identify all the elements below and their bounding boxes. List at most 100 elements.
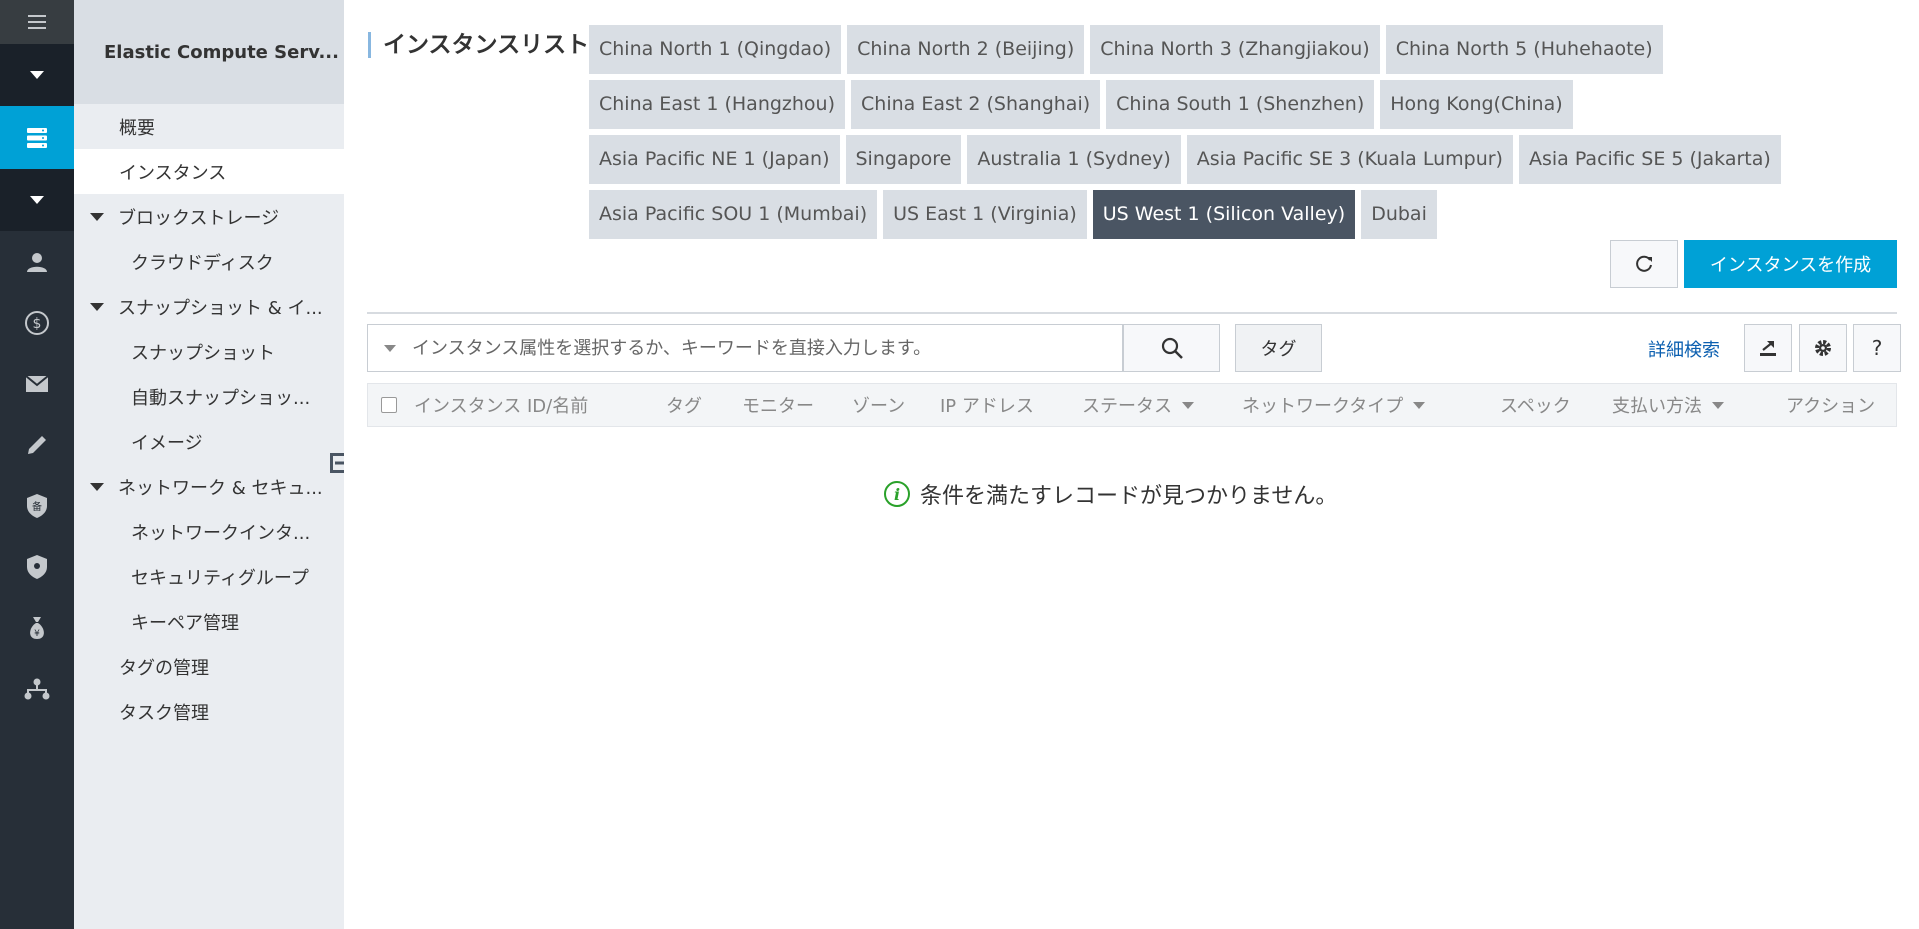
sidebar-group-network-security[interactable]: ネットワーク & セキュ...: [74, 464, 344, 509]
column-label: ステータス: [1082, 396, 1172, 417]
column-payment-method[interactable]: 支払い方法: [1612, 392, 1724, 418]
region-selector: China North 1 (Qingdao) China North 2 (B…: [589, 25, 1889, 245]
sidebar-item-snapshots[interactable]: スナップショット: [74, 329, 344, 374]
region-row: China North 1 (Qingdao) China North 2 (B…: [589, 25, 1889, 74]
sidebar-item-label: ネットワークインタ...: [131, 522, 311, 544]
region-row: Asia Pacific NE 1 (Japan) Singapore Aust…: [589, 135, 1889, 184]
attribute-dropdown-icon[interactable]: [384, 344, 396, 352]
region-tab[interactable]: Asia Pacific SE 3 (Kuala Lumpur): [1186, 135, 1513, 184]
sidebar-item-label: タグの管理: [119, 657, 209, 679]
chevron-down-icon[interactable]: [0, 169, 74, 231]
sidebar-item-key-pairs[interactable]: キーペア管理: [74, 599, 344, 644]
column-label: ネットワークタイプ: [1242, 396, 1404, 417]
pencil-icon[interactable]: [0, 414, 74, 475]
sidebar-item-label: クラウドディスク: [131, 252, 274, 274]
create-instance-button[interactable]: インスタンスを作成: [1684, 240, 1897, 288]
region-tab[interactable]: Asia Pacific SOU 1 (Mumbai): [589, 190, 878, 239]
column-label: インスタンス ID/名前: [414, 396, 589, 417]
export-button[interactable]: [1744, 324, 1792, 372]
empty-state: i 条件を満たすレコードが見つかりません。: [884, 478, 1337, 510]
sidebar-item-label: タスク管理: [119, 702, 209, 724]
column-label: スペック: [1500, 396, 1571, 417]
sidebar-item-cloud-disk[interactable]: クラウドディスク: [74, 239, 344, 284]
region-tab[interactable]: China North 3 (Zhangjiakou): [1090, 25, 1380, 74]
region-tab[interactable]: Singapore: [845, 135, 962, 184]
sidebar-item-label: ネットワーク & セキュ...: [118, 477, 323, 499]
dollar-icon[interactable]: $: [0, 292, 74, 353]
column-status[interactable]: ステータス: [1082, 392, 1194, 418]
column-label: タグ: [666, 396, 702, 417]
region-tab[interactable]: China South 1 (Shenzhen): [1106, 80, 1375, 129]
column-actions: アクション: [1786, 392, 1875, 418]
gear-icon: [1815, 340, 1831, 356]
region-tab[interactable]: Dubai: [1361, 190, 1437, 239]
column-monitor[interactable]: モニター: [742, 392, 814, 418]
region-tab[interactable]: China North 1 (Qingdao): [589, 25, 842, 74]
sidebar-item-auto-snapshot[interactable]: 自動スナップショッ...: [74, 374, 344, 419]
server-icon[interactable]: [0, 106, 74, 169]
region-tab-selected[interactable]: US West 1 (Silicon Valley): [1092, 190, 1356, 239]
network-tree-icon[interactable]: [0, 658, 74, 719]
search-input[interactable]: [412, 326, 1122, 370]
region-tab[interactable]: US East 1 (Virginia): [883, 190, 1087, 239]
app-window: $ 备 ¥ Elastic Compute Serv... 概要 インスタンス …: [0, 0, 1919, 929]
region-tab[interactable]: Australia 1 (Sydney): [967, 135, 1181, 184]
region-tab[interactable]: Asia Pacific SE 5 (Jakarta): [1518, 135, 1781, 184]
search-button[interactable]: [1123, 324, 1220, 372]
refresh-button[interactable]: [1610, 240, 1678, 288]
column-tag[interactable]: タグ: [666, 392, 702, 418]
sidebar-item-images[interactable]: イメージ: [74, 419, 344, 464]
sidebar-item-instances[interactable]: インスタンス: [74, 149, 344, 194]
sidebar-item-task-management[interactable]: タスク管理: [74, 689, 344, 734]
network-filter-icon: [1413, 401, 1426, 409]
column-label: IP アドレス: [940, 396, 1034, 417]
search-box: [367, 324, 1123, 372]
sidebar-item-security-groups[interactable]: セキュリティグループ: [74, 554, 344, 599]
payment-filter-icon: [1712, 401, 1724, 409]
sidebar-item-overview[interactable]: 概要: [74, 104, 344, 149]
security-shield-icon[interactable]: [0, 536, 74, 597]
region-tab[interactable]: China East 2 (Shanghai): [851, 80, 1101, 129]
select-all-checkbox[interactable]: [381, 397, 397, 413]
search-icon: [1161, 337, 1183, 359]
sidebar-title: Elastic Compute Serv...: [74, 0, 344, 104]
region-tab[interactable]: China East 1 (Hangzhou): [589, 80, 846, 129]
sidebar-item-tag-management[interactable]: タグの管理: [74, 644, 344, 689]
mail-icon[interactable]: [0, 353, 74, 414]
sidebar-item-network-interfaces[interactable]: ネットワークインタ...: [74, 509, 344, 554]
column-zone[interactable]: ゾーン: [852, 392, 905, 418]
sidebar-group-snapshots-images[interactable]: スナップショット & イ...: [74, 284, 344, 329]
menu-icon[interactable]: [0, 0, 74, 44]
money-bag-icon[interactable]: ¥: [0, 597, 74, 658]
region-tab[interactable]: Asia Pacific NE 1 (Japan): [589, 135, 840, 184]
region-tab[interactable]: China North 2 (Beijing): [847, 25, 1085, 74]
region-tab[interactable]: Hong Kong(China): [1380, 80, 1573, 129]
help-button[interactable]: ?: [1853, 324, 1901, 372]
region-row: China East 1 (Hangzhou) China East 2 (Sh…: [589, 80, 1889, 129]
chevron-down-icon[interactable]: [0, 44, 74, 106]
page-title: インスタンスリスト: [368, 32, 589, 58]
column-spec[interactable]: スペック: [1500, 392, 1571, 418]
export-icon: [1760, 341, 1776, 356]
region-tab[interactable]: China North 5 (Huhehaote): [1385, 25, 1663, 74]
icon-rail: $ 备 ¥: [0, 0, 74, 929]
sidebar: Elastic Compute Serv... 概要 インスタンス ブロックスト…: [74, 0, 344, 929]
record-shield-icon[interactable]: 备: [0, 475, 74, 536]
sidebar-item-label: キーペア管理: [131, 612, 239, 634]
column-instance-id[interactable]: インスタンス ID/名前: [414, 392, 588, 418]
column-label: 支払い方法: [1612, 396, 1702, 417]
status-filter-icon: [1182, 401, 1194, 409]
advanced-search-link[interactable]: 詳細検索: [1648, 336, 1720, 362]
settings-button[interactable]: [1799, 324, 1847, 372]
user-icon[interactable]: [0, 231, 74, 292]
column-network-type[interactable]: ネットワークタイプ: [1242, 392, 1426, 418]
tag-filter-button[interactable]: タグ: [1235, 324, 1322, 372]
column-ip-address[interactable]: IP アドレス: [940, 392, 1034, 418]
svg-text:¥: ¥: [34, 629, 40, 639]
column-label: ゾーン: [852, 396, 906, 417]
sidebar-item-label: ブロックストレージ: [118, 207, 280, 229]
column-label: アクション: [1786, 396, 1876, 417]
instance-table-header: インスタンス ID/名前 タグ モニター ゾーン IP アドレス ステータス ネ…: [367, 383, 1897, 427]
caret-down-icon: [90, 302, 104, 311]
sidebar-group-block-storage[interactable]: ブロックストレージ: [74, 194, 344, 239]
